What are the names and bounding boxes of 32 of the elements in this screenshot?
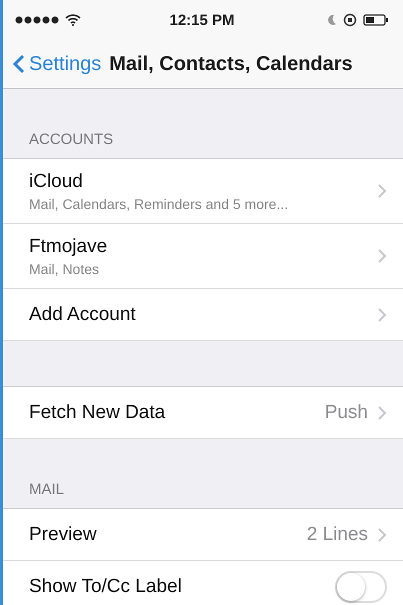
- moon-icon: [327, 14, 338, 26]
- rotation-lock-icon: [343, 13, 358, 27]
- chevron-icon: [378, 308, 387, 322]
- row-value: 2 Lines: [306, 524, 368, 546]
- battery-icon: [363, 14, 390, 26]
- chevron-icon: [378, 249, 387, 263]
- back-button[interactable]: Settings: [13, 52, 102, 76]
- row-subtitle: Mail, Notes: [29, 260, 100, 276]
- settings-row[interactable]: Ftmojave Mail, Notes: [3, 224, 403, 289]
- settings-row[interactable]: Fetch New Data Push: [3, 387, 403, 439]
- row-title: Fetch New Data: [29, 402, 166, 424]
- chevron-icon: [378, 406, 387, 420]
- nav-title: Mail, Contacts, Calendars: [109, 52, 353, 76]
- chevron-icon: [378, 528, 387, 542]
- wifi-icon: [65, 14, 81, 26]
- settings-row[interactable]: Add Account: [3, 289, 403, 341]
- chevron-icon: [378, 184, 387, 198]
- section-header: MAIL: [29, 481, 64, 498]
- back-chevron-icon: [13, 54, 25, 74]
- settings-row[interactable]: Preview 2 Lines: [3, 509, 403, 561]
- row-title: Preview: [29, 524, 98, 546]
- row-value: Push: [324, 402, 368, 424]
- settings-row[interactable]: iCloud Mail, Calendars, Reminders and 5 more...: [3, 159, 403, 224]
- row-title: Show To/Cc Label: [29, 576, 183, 598]
- section-header: ACCOUNTS: [29, 131, 114, 148]
- signal-icon: [15, 16, 59, 24]
- row-title: Add Account: [29, 304, 137, 326]
- row-title: Ftmojave: [29, 236, 108, 258]
- toggle-switch[interactable]: [335, 570, 387, 602]
- row-subtitle: Mail, Calendars, Reminders and 5 more...: [29, 196, 290, 212]
- status-time: 12:15 PM: [169, 12, 235, 28]
- row-title: iCloud: [29, 170, 84, 192]
